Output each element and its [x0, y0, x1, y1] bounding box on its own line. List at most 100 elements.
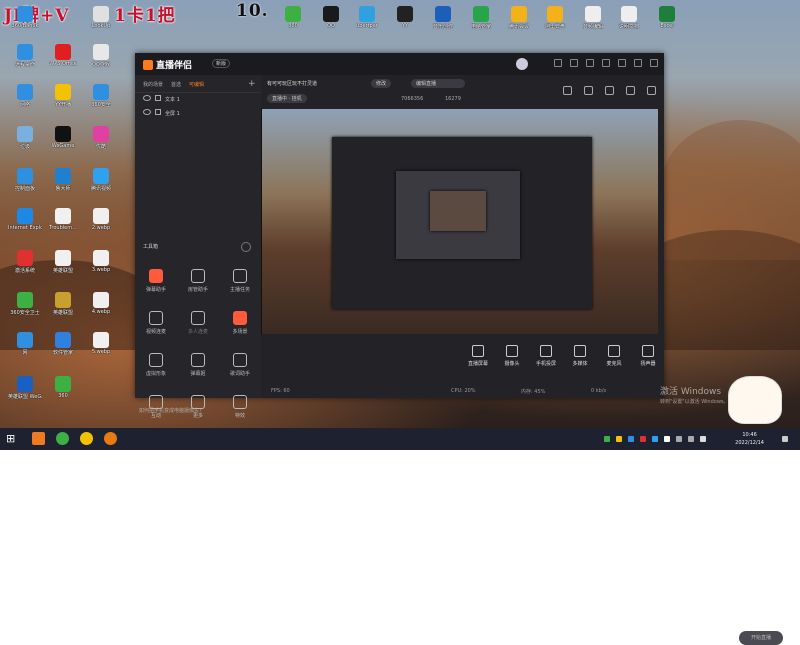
desktop-icon[interactable]: 360/Bahuk: [8, 6, 42, 29]
eye-icon[interactable]: [143, 109, 151, 115]
avatar[interactable]: [516, 58, 528, 70]
tool-button[interactable]: 主播任务: [225, 269, 255, 293]
desktop-icon[interactable]: 垃圾: [8, 126, 42, 150]
taskbar-clock[interactable]: 10:46 2022/12/14: [735, 431, 764, 447]
tool-button[interactable]: 特效: [225, 395, 255, 419]
tray-network-icon[interactable]: [628, 436, 634, 442]
taskbar-app-game[interactable]: [104, 432, 117, 445]
desktop-icon[interactable]: 说明文档: [612, 6, 646, 30]
desktop-icon[interactable]: YY开播: [46, 84, 80, 108]
desktop-icon[interactable]: 英雄联盟: [46, 292, 80, 316]
desktop-icon[interactable]: 音乐创作: [426, 6, 460, 30]
tray-yy-icon[interactable]: [616, 436, 622, 442]
desktop-icon[interactable]: 3.webp: [84, 250, 118, 273]
desktop-icon[interactable]: 激活系统: [8, 250, 42, 274]
maximize-icon[interactable]: [634, 59, 643, 67]
lock-icon[interactable]: [584, 86, 594, 95]
desktop-icon[interactable]: 音频编辑: [576, 6, 610, 30]
lock-icon[interactable]: [155, 109, 161, 115]
desktop-icon[interactable]: QQ游戏: [84, 44, 118, 68]
bell-icon[interactable]: [626, 86, 636, 95]
source-item[interactable]: 文本 1: [135, 93, 261, 107]
desktop-icon[interactable]: 电脑管家: [464, 6, 498, 30]
minimize-icon[interactable]: [618, 59, 627, 67]
desktop-icon[interactable]: YY: [388, 6, 422, 29]
lock-icon[interactable]: [155, 95, 161, 101]
taskbar-app-360[interactable]: [56, 432, 69, 445]
screenshot-icon[interactable]: [605, 86, 615, 95]
tray-360-icon[interactable]: [604, 436, 610, 442]
skin-icon[interactable]: [554, 59, 563, 67]
tray-wifi-icon[interactable]: [676, 436, 682, 442]
desktop-icon[interactable]: 360: [46, 376, 80, 399]
tool-button[interactable]: 弹幕姬: [183, 353, 213, 377]
desktop-icon[interactable]: 优酷: [84, 126, 118, 150]
tool-button[interactable]: 房管助手: [183, 269, 213, 293]
taskbar-app-live[interactable]: [32, 432, 45, 445]
desktop-icon[interactable]: 4.webp: [84, 292, 118, 315]
more-tools-icon[interactable]: [241, 242, 251, 252]
desktop-icon[interactable]: WeGame: [46, 126, 80, 149]
edit-live-button[interactable]: 编辑直播: [411, 79, 465, 88]
source-add-button[interactable]: 扬声器: [633, 345, 663, 367]
gift-icon[interactable]: [563, 86, 573, 95]
close-icon[interactable]: [650, 59, 658, 67]
tray-chevron-icon[interactable]: [664, 436, 670, 442]
desktop-icon[interactable]: 远程桌面: [8, 44, 42, 68]
desktop-icon[interactable]: QQ: [314, 6, 348, 29]
desktop-icon[interactable]: 英雄联盟: [46, 250, 80, 274]
windows-start-icon[interactable]: ⊞: [6, 432, 19, 445]
tool-button[interactable]: 虚拟形象: [141, 353, 171, 377]
tool-button[interactable]: 多人连麦: [183, 311, 213, 335]
source-add-button[interactable]: 手机投屏: [531, 345, 561, 367]
desktop-icon[interactable]: LookUp: [84, 6, 118, 29]
tip-notice[interactable]: 如何把手机变成电脑摄像头？: [139, 407, 204, 414]
tool-button[interactable]: 多场景: [225, 311, 255, 335]
desktop-icon[interactable]: ubertpar: [350, 6, 384, 29]
source-add-button[interactable]: 直播屏幕: [463, 345, 493, 367]
tool-button[interactable]: 歌词助手: [225, 353, 255, 377]
share-icon[interactable]: [647, 86, 656, 95]
desktop-icon[interactable]: 2.webp: [84, 208, 118, 231]
tray-shield-icon[interactable]: [640, 436, 646, 442]
source-add-button[interactable]: 摄像头: [497, 345, 527, 367]
desktop-icon[interactable]: 360安全卫士: [8, 292, 42, 316]
source-item[interactable]: 全屏 1: [135, 107, 261, 121]
desktop-icon[interactable]: 5.webp: [84, 332, 118, 355]
desktop-icon[interactable]: 英雄联盟 WeGame版: [8, 376, 42, 400]
desktop-icon[interactable]: 360安全: [84, 84, 118, 108]
source-add-button[interactable]: 多媒体: [565, 345, 595, 367]
desktop-icon[interactable]: 鲁大师: [46, 168, 80, 192]
scene-tab[interactable]: 我的场景: [143, 81, 163, 88]
desktop-icon[interactable]: 腾讯会议: [502, 6, 536, 30]
edit-title-button[interactable]: 修改: [371, 79, 392, 88]
desktop-icon[interactable]: 360: [276, 6, 310, 29]
tool-button[interactable]: 弹幕助手: [141, 269, 171, 293]
desktop-icon[interactable]: 软件管家: [46, 332, 80, 356]
desktop-icon[interactable]: Troublem...: [46, 208, 80, 231]
source-add-button[interactable]: 麦克风: [599, 345, 629, 367]
desktop-icon[interactable]: 网络: [8, 84, 42, 108]
scene-tab[interactable]: 首选: [171, 81, 181, 88]
desktop-icon[interactable]: 网: [8, 332, 42, 356]
tray-ime-icon[interactable]: [700, 436, 706, 442]
desktop-icon[interactable]: Excel: [650, 6, 684, 29]
desktop-icon[interactable]: 腾讯视频: [84, 168, 118, 192]
taskbar-app-browser[interactable]: [80, 432, 93, 445]
add-scene-icon[interactable]: +: [248, 79, 256, 89]
settings-icon[interactable]: [586, 59, 595, 67]
message-icon[interactable]: [570, 59, 579, 67]
start-live-button[interactable]: 开始直播: [739, 631, 783, 645]
notification-icon[interactable]: [782, 436, 788, 442]
tray-volume-icon[interactable]: [688, 436, 694, 442]
desktop-icon[interactable]: 控制面板: [8, 168, 42, 192]
scene-tab[interactable]: 可编辑: [189, 81, 204, 88]
version-badge[interactable]: 新版: [212, 59, 231, 68]
menu-icon[interactable]: [602, 59, 611, 67]
tool-button[interactable]: 视频连麦: [141, 311, 171, 335]
tray-qq-icon[interactable]: [652, 436, 658, 442]
live-preview[interactable]: [262, 109, 658, 334]
desktop-icon[interactable]: Internet Explorer: [8, 208, 42, 231]
desktop-icon[interactable]: WPS Office: [46, 44, 80, 67]
eye-icon[interactable]: [143, 95, 151, 101]
